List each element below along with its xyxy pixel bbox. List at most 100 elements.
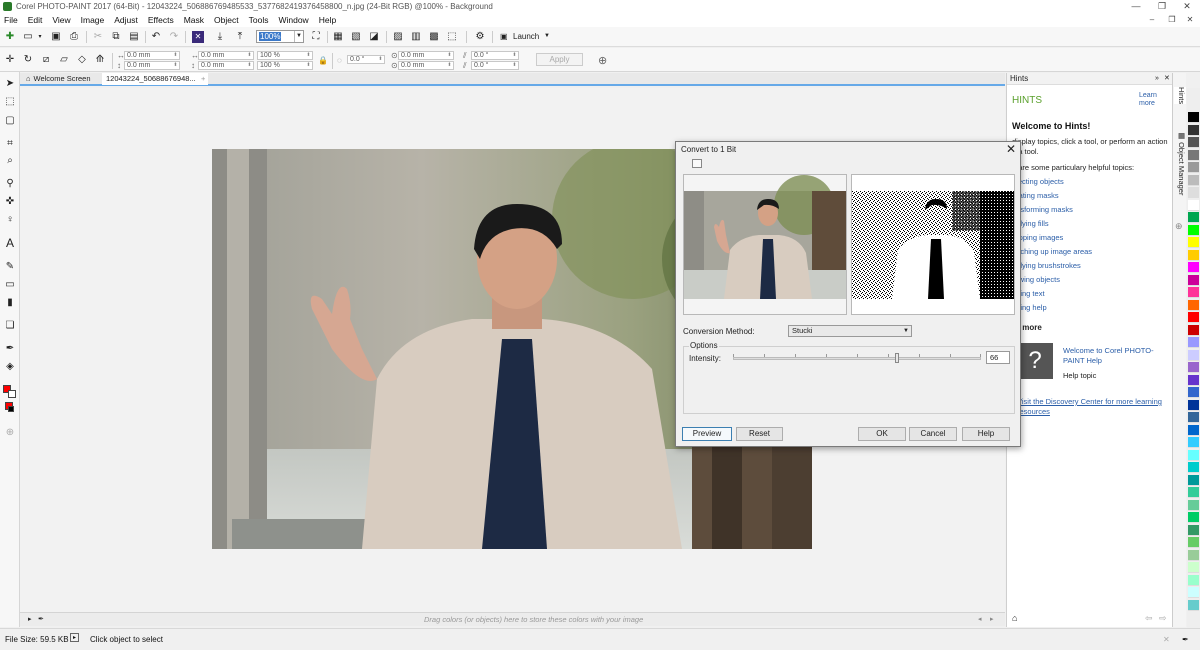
paste-icon[interactable]: ▤	[128, 31, 140, 43]
ok-button[interactable]: OK	[858, 427, 906, 441]
menu-tools[interactable]: Tools	[249, 15, 269, 25]
lock-ratio-icon[interactable]: 🔒	[318, 56, 328, 65]
topic-link[interactable]: ouching up image areas	[1012, 247, 1092, 256]
center-x-field[interactable]: 0.0 mm ⬍	[398, 51, 454, 60]
palette-swatch[interactable]	[1188, 512, 1199, 523]
position-y-field[interactable]: 0.0 mm ⬍	[124, 61, 180, 70]
save-icon[interactable]: ▣	[50, 31, 62, 43]
menu-adjust[interactable]: Adjust	[114, 15, 138, 25]
crosshair-icon[interactable]: ✛	[4, 54, 16, 66]
intensity-slider-track[interactable]	[733, 357, 981, 360]
palette-swatch[interactable]	[1188, 474, 1199, 486]
reset-button[interactable]: Reset	[736, 427, 783, 441]
zoom-level-combo[interactable]: 100% ▼	[256, 30, 304, 43]
menu-help[interactable]: Help	[319, 15, 336, 25]
rectangle-tool-icon[interactable]: ▭	[4, 279, 16, 291]
palette-swatch[interactable]	[1188, 587, 1199, 598]
menu-image[interactable]: Image	[81, 15, 105, 25]
color-eyedropper-icon[interactable]: ✒	[4, 343, 16, 355]
paint-tool-icon[interactable]: ✎	[4, 261, 16, 273]
palette-swatch[interactable]	[1188, 249, 1199, 261]
menu-effects[interactable]: Effects	[148, 15, 174, 25]
copy-icon[interactable]: ⧉	[110, 31, 122, 43]
cut-icon[interactable]: ✂	[92, 31, 104, 43]
palette-swatch[interactable]	[1188, 162, 1199, 173]
mask-transform-tool-icon[interactable]: ⬚	[4, 96, 16, 108]
undo-icon[interactable]: ↶	[150, 31, 162, 43]
new-tab-icon[interactable]: +	[197, 73, 211, 85]
object-picker-icon[interactable]: ▧	[350, 31, 362, 43]
red-eye-tool-icon[interactable]: ✜	[4, 196, 16, 208]
tab-object-manager[interactable]: ▦ Object Manager	[1174, 131, 1186, 195]
paper-color-swatch[interactable]	[8, 390, 16, 398]
result-preview[interactable]	[851, 174, 1015, 315]
invert-mask-icon[interactable]: ▥	[410, 31, 422, 43]
rotate-mode-icon[interactable]: ↻	[22, 54, 34, 66]
restore-button[interactable]: ❐	[1150, 0, 1174, 13]
palette-swatch[interactable]	[1188, 487, 1199, 498]
preview-button[interactable]: Preview	[682, 427, 732, 441]
palette-swatch[interactable]	[1188, 449, 1199, 461]
dotted-mask-icon[interactable]: ⬚	[446, 31, 458, 43]
original-preview[interactable]	[683, 174, 847, 315]
position-x-field[interactable]: 0.0 mm ⬍	[124, 51, 180, 60]
docker-collapse-icon[interactable]: »	[1155, 73, 1159, 85]
palette-swatch[interactable]	[1188, 274, 1199, 286]
palette-swatch[interactable]	[1188, 224, 1199, 236]
redo-icon[interactable]: ↷	[168, 31, 180, 43]
skew-horizontal-field[interactable]: 0.0 ° ⬍	[471, 51, 519, 60]
distort-mode-icon[interactable]: ◇	[76, 54, 88, 66]
skew-mode-icon[interactable]: ▱	[58, 54, 70, 66]
back-arrow-icon[interactable]: ⇦	[1145, 613, 1153, 624]
size-width-field[interactable]: 0.0 mm ⬍	[198, 51, 254, 60]
palette-swatch[interactable]	[1188, 187, 1199, 198]
scale-height-field[interactable]: 100 % ⬍	[257, 61, 313, 70]
scroll-right-icon[interactable]: ▸	[990, 615, 994, 623]
palette-swatch[interactable]	[1188, 524, 1199, 536]
close-button[interactable]: ✕	[1175, 0, 1199, 13]
scale-mode-icon[interactable]: ⧄	[40, 54, 52, 66]
import-icon[interactable]: ⤓	[214, 31, 226, 43]
launch-button[interactable]: ▣ Launch ▼	[498, 30, 554, 43]
palette-swatch[interactable]	[1188, 437, 1199, 448]
forward-arrow-icon[interactable]: ⇨	[1159, 613, 1167, 624]
add-docker-icon[interactable]: ⊕	[1175, 221, 1183, 232]
palette-swatch[interactable]	[1188, 324, 1199, 336]
mask-overlay-icon[interactable]: ◪	[368, 31, 380, 43]
outline-status-icon[interactable]: ✒	[1182, 635, 1189, 644]
palette-swatch[interactable]	[1188, 412, 1199, 423]
palette-swatch[interactable]	[1188, 399, 1199, 411]
paste-new-document-icon[interactable]: ▦	[332, 31, 344, 43]
size-height-field[interactable]: 0.0 mm ⬍	[198, 61, 254, 70]
background-color-swatch[interactable]	[8, 406, 14, 412]
palette-swatch[interactable]	[1188, 312, 1199, 323]
intensity-input[interactable]: 66	[986, 351, 1010, 364]
palette-swatch[interactable]	[1188, 362, 1199, 373]
palette-swatch[interactable]	[1188, 349, 1199, 361]
eyedropper-tool-icon[interactable]: ⚲	[4, 178, 16, 190]
conversion-method-select[interactable]: Stucki ▼	[788, 325, 912, 337]
learn-more-link[interactable]: Learn more	[1139, 92, 1165, 108]
rotation-angle-field[interactable]: 0.0 ° ⬍	[347, 55, 385, 64]
palette-swatch[interactable]	[1188, 287, 1199, 298]
palette-swatch[interactable]	[1188, 424, 1199, 436]
options-icon[interactable]: ⚙	[474, 31, 486, 43]
open-icon[interactable]: ▭	[22, 31, 34, 43]
menu-object[interactable]: Object	[214, 15, 239, 25]
palette-swatch[interactable]	[1188, 337, 1199, 348]
palette-swatch[interactable]	[1188, 149, 1199, 161]
tab-hints[interactable]: Hints	[1174, 87, 1186, 105]
palette-flyout-icon[interactable]: ▸	[28, 615, 32, 623]
lock-mask-icon[interactable]: ▨	[392, 31, 404, 43]
rectangle-mask-tool-icon[interactable]: ▢	[4, 115, 16, 127]
document-palette[interactable]: ▸ ✒ Drag colors (or objects) here to sto…	[20, 612, 1005, 626]
intensity-slider-thumb[interactable]	[894, 353, 899, 363]
zoom-tool-icon[interactable]: ⌕	[4, 155, 16, 167]
tab-welcome-screen[interactable]: ⌂ Welcome Screen	[22, 73, 102, 85]
palette-swatch[interactable]	[1188, 499, 1199, 511]
palette-swatch[interactable]	[1188, 299, 1199, 311]
add-tool-icon[interactable]: ⊕	[4, 427, 16, 439]
palette-swatch[interactable]	[1188, 174, 1199, 186]
menu-window[interactable]: Window	[278, 15, 308, 25]
export-icon[interactable]: ⤒	[234, 31, 246, 43]
